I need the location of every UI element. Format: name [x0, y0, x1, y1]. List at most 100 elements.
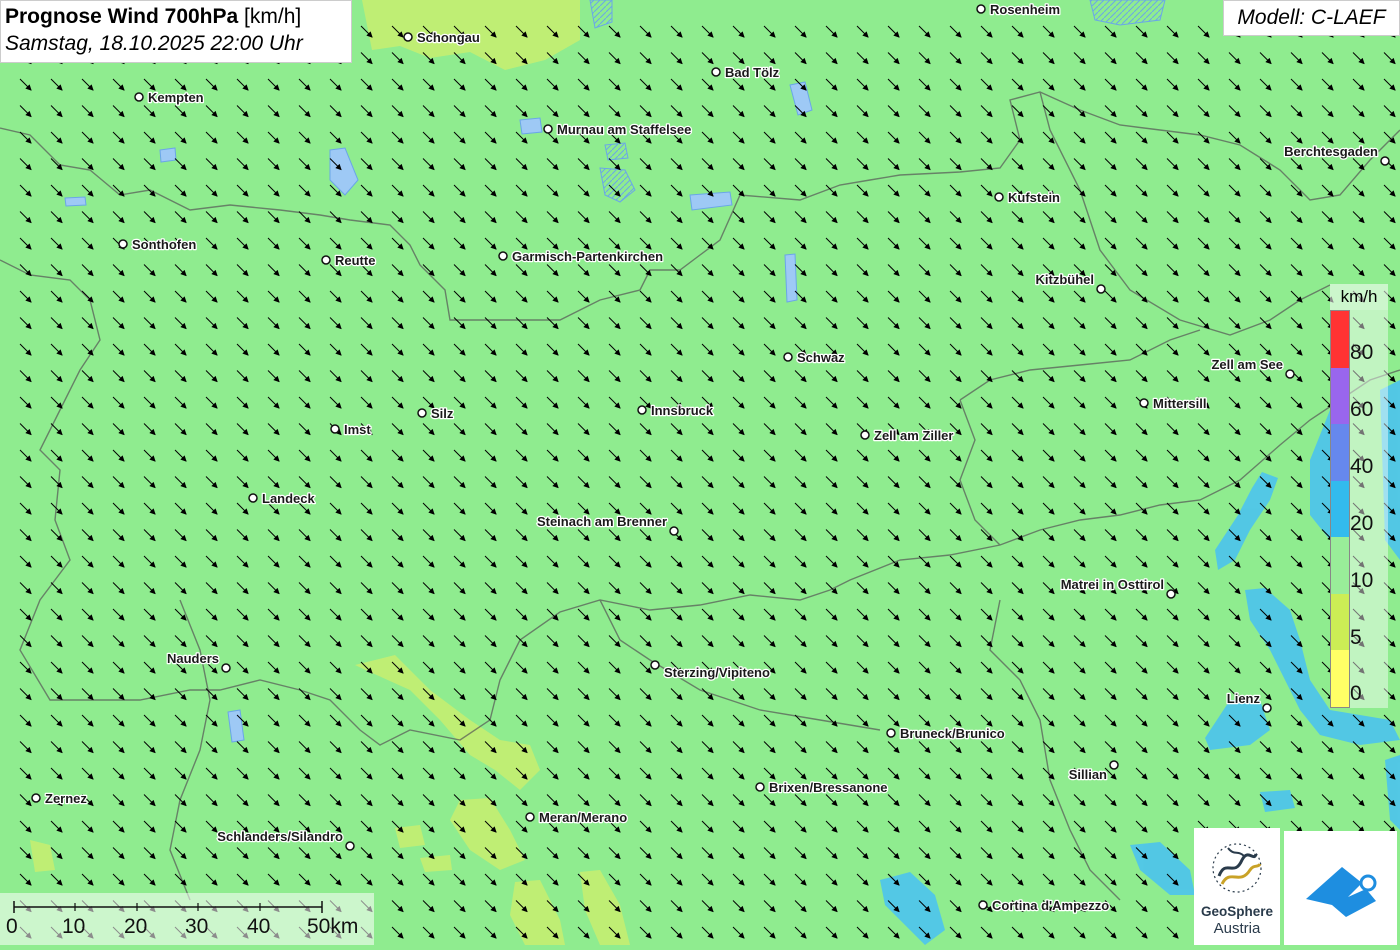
city-label: Sillian — [1069, 767, 1107, 782]
scale-bar: 0 10 20 30 40 50km — [0, 893, 374, 945]
city-dot — [978, 900, 988, 910]
legend-swatch — [1331, 593, 1349, 651]
city-dot — [1262, 703, 1272, 713]
city-dot — [345, 841, 355, 851]
map-background — [0, 0, 1400, 945]
geosphere-sub: Austria — [1213, 920, 1261, 937]
city-dot — [1285, 369, 1295, 379]
city-dot — [755, 782, 765, 792]
city-marker[interactable]: Garmisch-Partenkirchen — [498, 248, 664, 265]
city-label: Zernez — [45, 791, 87, 806]
city-dot — [886, 728, 896, 738]
city-marker[interactable]: Murnau am Staffelsee — [543, 121, 693, 138]
city-label: Bad Tölz — [725, 65, 780, 80]
legend-unit: km/h — [1330, 284, 1388, 310]
city-dot — [669, 526, 679, 536]
city-dot — [330, 424, 340, 434]
city-label: Zell am See — [1211, 357, 1283, 372]
city-label: Matrei in Osttirol — [1061, 577, 1164, 592]
city-label: Steinach am Brenner — [537, 514, 667, 529]
city-marker[interactable]: Meran/Merano — [525, 809, 628, 826]
scale-label-0: 0 — [6, 915, 18, 938]
scale-label-50km: 50km — [307, 915, 359, 938]
city-label: Brixen/Bressanone — [769, 780, 888, 795]
wind-map[interactable]: Rosenheim Schongau Bad Tölz Kempten Murnau a… — [0, 0, 1400, 945]
city-label: Schlanders/Silandro — [217, 829, 343, 844]
city-dot — [498, 251, 508, 261]
legend-label: 60 — [1350, 398, 1374, 421]
city-label: Landeck — [262, 491, 316, 506]
city-label: Meran/Merano — [539, 810, 627, 825]
city-label: Kempten — [148, 90, 204, 105]
city-label: Sterzing/Vipiteno — [664, 665, 770, 680]
title-box: Prognose Wind 700hPa [km/h] Samstag, 18.… — [0, 0, 352, 63]
city-dot — [637, 405, 647, 415]
city-label: Reutte — [335, 253, 375, 268]
city-dot — [1166, 589, 1176, 599]
city-label: Berchtesgaden — [1284, 144, 1378, 159]
city-marker[interactable]: Bruneck/Brunico — [886, 725, 1006, 742]
map-title: Prognose Wind 700hPa [km/h] — [5, 4, 351, 30]
city-dot — [994, 192, 1004, 202]
legend-label: 40 — [1350, 455, 1374, 478]
city-marker[interactable]: Cortina d'Ampezzo — [978, 897, 1111, 914]
city-label: Kitzbühel — [1036, 272, 1095, 287]
legend-swatch — [1331, 480, 1349, 538]
city-dot — [650, 660, 660, 670]
weather-app-logo[interactable] — [1284, 831, 1397, 945]
legend-label: 5 — [1350, 626, 1362, 649]
legend-swatch — [1331, 424, 1349, 481]
title-bold: Prognose Wind 700hPa — [5, 5, 239, 28]
city-label: Murnau am Staffelsee — [557, 122, 691, 137]
city-dot — [31, 793, 41, 803]
legend-labels: 80 60 40 20 10 5 0 — [1350, 310, 1388, 708]
city-marker[interactable]: Rosenheim — [976, 1, 1061, 18]
forecast-datetime: Samstag, 18.10.2025 22:00 Uhr — [5, 32, 303, 55]
city-label: Schwaz — [797, 350, 845, 365]
city-label: Innsbruck — [651, 403, 714, 418]
scale-label-40: 40 — [247, 915, 271, 938]
legend-swatch — [1331, 311, 1349, 368]
city-label: Silz — [431, 406, 454, 421]
city-dot — [1109, 760, 1119, 770]
city-marker[interactable]: Zell am Ziller — [860, 427, 955, 444]
city-dot — [976, 4, 986, 14]
legend-swatch — [1331, 537, 1349, 594]
city-label: Cortina d'Ampezzo — [992, 898, 1109, 913]
city-label: Bruneck/Brunico — [900, 726, 1005, 741]
city-label: Rosenheim — [990, 2, 1060, 17]
cloud-arrow-icon — [1306, 867, 1377, 917]
city-label: Garmisch-Partenkirchen — [512, 249, 663, 264]
geosphere-name: GeoSphere — [1200, 904, 1274, 919]
city-dot — [403, 32, 413, 42]
city-label: Sonthofen — [132, 237, 196, 252]
city-marker[interactable]: Brixen/Bressanone — [755, 779, 889, 796]
city-label: Zell am Ziller — [874, 428, 953, 443]
legend-label: 80 — [1350, 341, 1374, 364]
geosphere-emblem-icon — [1212, 843, 1262, 893]
city-label: Nauders — [167, 651, 219, 666]
city-dot — [1096, 284, 1106, 294]
scale-label-10: 10 — [62, 915, 86, 938]
city-dot — [860, 430, 870, 440]
city-dot — [1139, 398, 1149, 408]
city-dot — [1380, 156, 1390, 166]
city-dot — [525, 812, 535, 822]
legend-label: 0 — [1350, 682, 1362, 705]
city-dot — [118, 239, 128, 249]
city-dot — [248, 493, 258, 503]
legend-swatch — [1331, 367, 1349, 425]
scale-label-30: 30 — [185, 915, 209, 938]
city-dot — [543, 124, 553, 134]
city-dot — [711, 67, 721, 77]
city-dot — [417, 408, 427, 418]
city-label: Mittersill — [1153, 396, 1206, 411]
legend-color-bar — [1330, 310, 1350, 708]
city-dot — [221, 663, 231, 673]
city-label: Kufstein — [1008, 190, 1060, 205]
model-label: Modell: C-LAEF — [1223, 0, 1400, 36]
city-label: Schongau — [417, 30, 480, 45]
city-dot — [134, 92, 144, 102]
geosphere-logo[interactable]: GeoSphere Austria — [1194, 828, 1280, 945]
title-unit: [km/h] — [244, 5, 302, 28]
